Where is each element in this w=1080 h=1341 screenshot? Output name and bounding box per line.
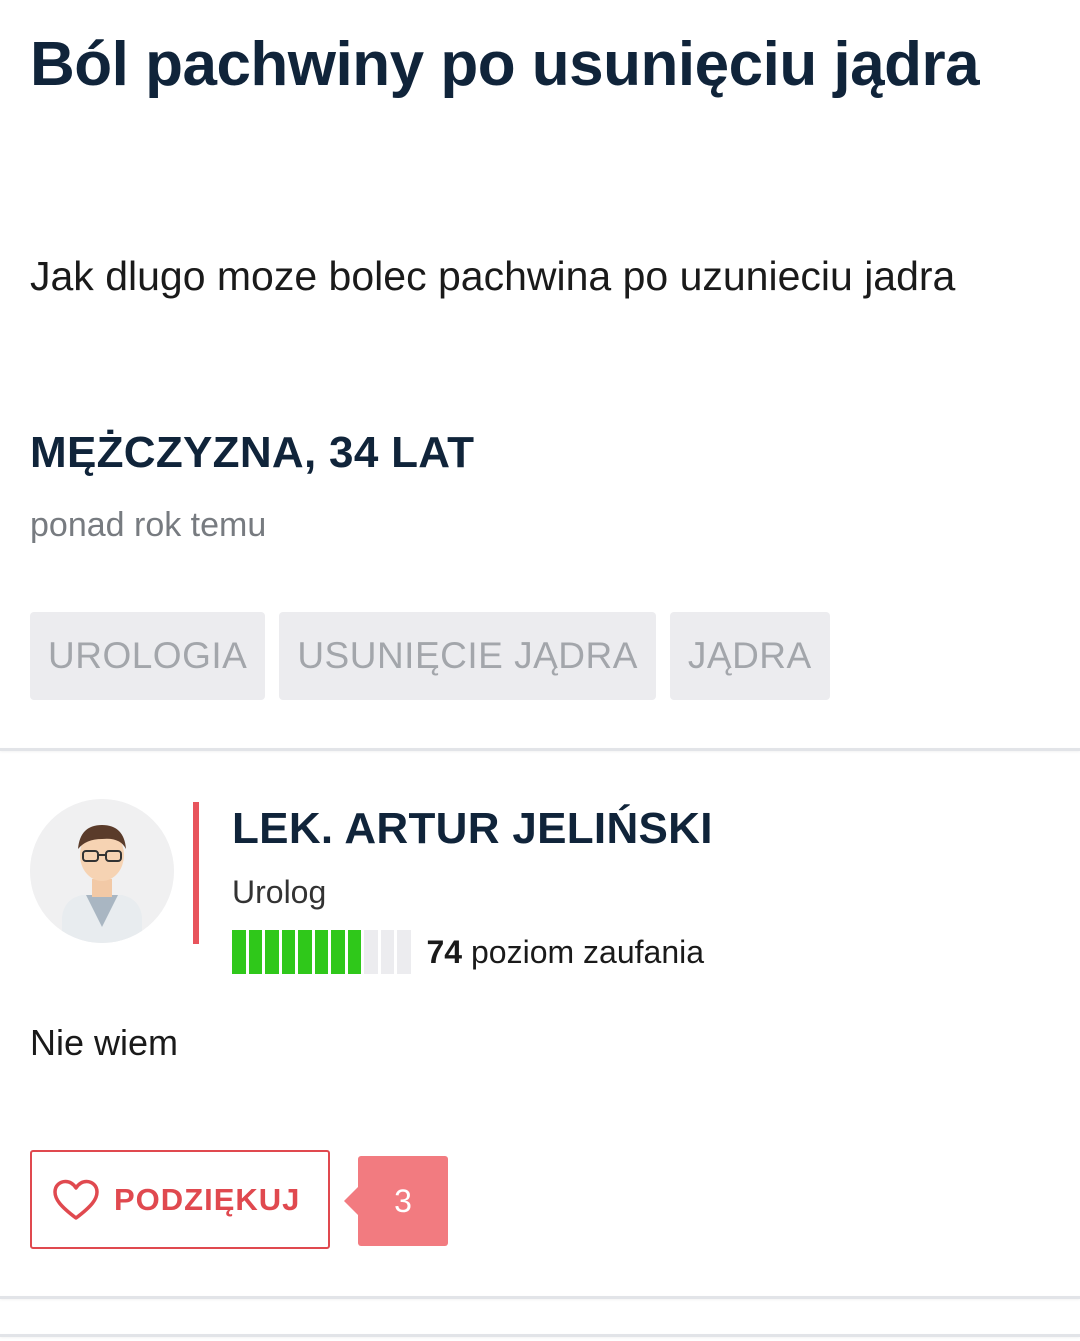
trust-segment [331, 930, 345, 974]
trust-segment [314, 930, 328, 974]
question-body: Jak dlugo moze bolec pachwina po uzuniec… [30, 253, 956, 299]
trust-segment [232, 930, 246, 974]
thank-button[interactable]: PODZIĘKUJ [30, 1150, 330, 1249]
doctor-name[interactable]: LEK. ARTUR JELIŃSKI [232, 804, 713, 854]
answer-text: Nie wiem [30, 1022, 179, 1063]
question-title: Ból pachwiny po usunięciu jądra [30, 30, 980, 99]
section-divider [0, 748, 1080, 751]
doctor-specialty: Urolog [232, 874, 327, 910]
trust-segment [364, 930, 378, 974]
question-section: Ból pachwiny po usunięciu jądra Jak dlug… [0, 0, 1080, 748]
trust-level-bar [232, 930, 411, 974]
tag-jadra[interactable]: JĄDRA [669, 612, 830, 700]
posted-time: ponad rok temu [30, 506, 267, 544]
next-card-edge [0, 1334, 1080, 1337]
trust-segment [281, 930, 295, 974]
author-meta: MĘŻCZYZNA, 34 LAT [30, 428, 475, 477]
trust-segment [298, 930, 312, 974]
trust-level-text: 74 poziom zaufania [427, 934, 705, 971]
tag-list: UROLOGIA USUNIĘCIE JĄDRA JĄDRA [30, 612, 830, 700]
trust-segment [248, 930, 262, 974]
avatar-icon [30, 799, 174, 943]
trust-level-label: poziom zaufania [470, 933, 705, 970]
trust-segment [380, 930, 394, 974]
doctor-avatar[interactable] [30, 799, 174, 943]
section-divider-bottom [0, 1296, 1080, 1299]
answer-card: LEK. ARTUR JELIŃSKI Urolog 74 poziom zau… [0, 752, 1080, 1300]
doctor-accent-bar [193, 802, 199, 944]
trust-segment [265, 930, 279, 974]
thank-button-label: PODZIĘKUJ [114, 1181, 301, 1217]
thanks-count-badge: 3 [344, 1156, 448, 1246]
tag-usuniecie-jadra[interactable]: USUNIĘCIE JĄDRA [279, 612, 656, 700]
trust-level: 74 poziom zaufania [232, 930, 704, 974]
heart-icon [53, 1179, 99, 1220]
trust-segment [347, 930, 361, 974]
trust-segment [397, 930, 411, 974]
tag-urologia[interactable]: UROLOGIA [30, 612, 266, 700]
trust-level-value: 74 [426, 933, 463, 970]
